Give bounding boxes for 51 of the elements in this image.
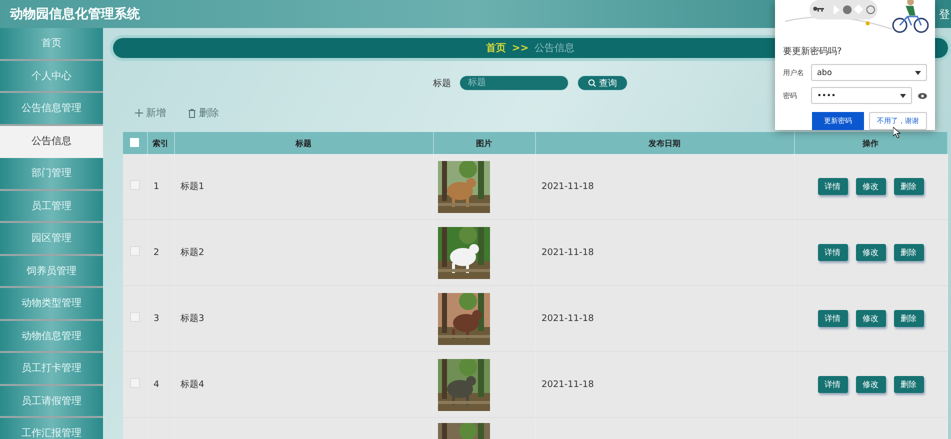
index-cell: 3 (154, 314, 160, 324)
add-button[interactable]: 新增 (135, 106, 166, 120)
title-cell: 标题1 (180, 182, 204, 192)
row-action-button[interactable]: 详情 (818, 376, 848, 393)
date-cell: 2021-11-18 (542, 314, 594, 324)
popup-title: 要更新密码吗? (783, 46, 843, 58)
dropdown-caret-icon (915, 70, 921, 74)
search-label: 标题 (432, 78, 451, 90)
row-action-button[interactable]: 删除 (894, 376, 924, 393)
trash-icon (188, 108, 196, 118)
row-action-button[interactable]: 删除 (894, 310, 924, 327)
row-action-button[interactable]: 详情 (818, 178, 848, 195)
plus-icon (135, 109, 143, 117)
column-header: 操作 (794, 132, 947, 154)
row-action-button[interactable]: 删除 (894, 244, 924, 261)
dropdown-caret-icon (900, 94, 906, 98)
index-cell: 2 (154, 248, 160, 258)
row-action-button[interactable]: 详情 (818, 310, 848, 327)
password-field[interactable]: •••• (811, 87, 912, 104)
title-cell: 标题3 (180, 314, 204, 324)
row-action-button[interactable]: 修改 (856, 376, 886, 393)
row-action-button[interactable]: 详情 (818, 244, 848, 261)
breadcrumb-current: 公告信息 (534, 42, 575, 55)
logout-link[interactable]: 登 (939, 6, 950, 22)
column-header: 图片 (433, 132, 535, 154)
title-cell: 标题4 (180, 380, 204, 390)
row-action-button[interactable]: 修改 (856, 310, 886, 327)
row-action-button[interactable]: 修改 (856, 244, 886, 261)
row-action-button[interactable]: 修改 (856, 178, 886, 195)
select-all-checkbox[interactable] (130, 138, 140, 146)
app-title: 动物园信息化管理系统 (10, 6, 140, 23)
column-header: 索引 (147, 132, 174, 154)
search-button[interactable]: 查询 (576, 75, 628, 91)
breadcrumb-separator: >> (512, 42, 529, 54)
date-cell: 2021-11-18 (542, 248, 594, 258)
date-cell: 2021-11-18 (542, 380, 594, 390)
index-cell: 1 (154, 182, 160, 192)
username-field[interactable]: abo (811, 64, 927, 81)
column-header: 标题 (174, 132, 433, 154)
sidebar-item[interactable]: 公告信息 (0, 126, 103, 158)
row-action-button[interactable]: 删除 (894, 178, 924, 195)
search-icon (588, 79, 596, 87)
breadcrumb-home-link[interactable]: 首页 (486, 41, 506, 55)
column-header: 发布日期 (535, 132, 794, 154)
eye-icon[interactable] (918, 92, 927, 98)
date-cell: 2021-11-18 (542, 182, 594, 192)
index-cell: 4 (154, 380, 160, 390)
cursor-icon (893, 127, 901, 138)
delete-button[interactable]: 删除 (188, 106, 219, 120)
search-field[interactable]: 标题 (458, 75, 569, 91)
title-cell: 标题2 (180, 248, 204, 258)
